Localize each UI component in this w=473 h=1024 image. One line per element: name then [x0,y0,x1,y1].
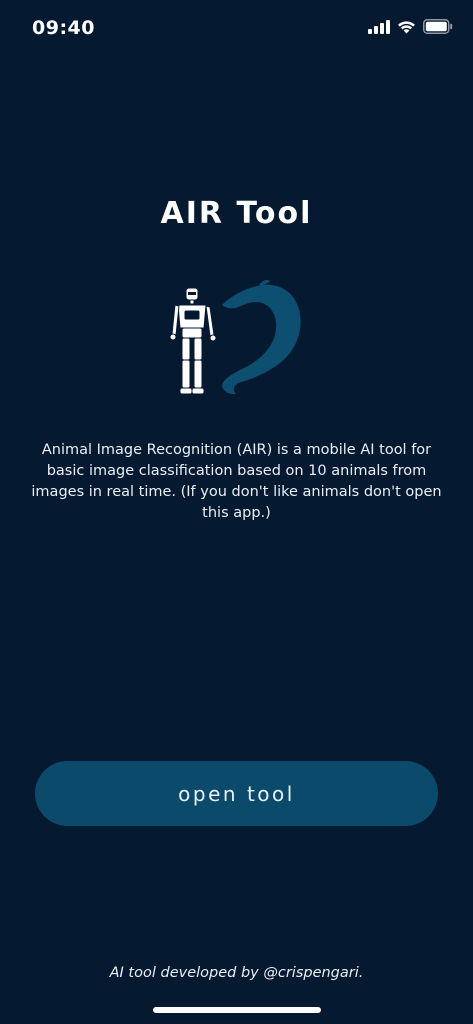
status-icons [368,19,453,34]
hero-illustration [162,279,307,400]
open-tool-button[interactable]: open tool [35,761,438,826]
page-title: AIR Tool [160,196,313,231]
status-bar: 09:40 [0,0,473,56]
battery-icon [423,19,453,34]
wifi-icon [398,20,415,33]
dolphin-icon [222,279,301,395]
app-description: Animal Image Recognition (AIR) is a mobi… [31,442,442,521]
status-time: 09:40 [32,17,95,39]
signal-icon [368,19,390,34]
footer-credit: AI tool developed by @crispengari. [109,965,364,981]
robot-icon [169,287,217,395]
home-indicator[interactable] [153,1007,321,1013]
